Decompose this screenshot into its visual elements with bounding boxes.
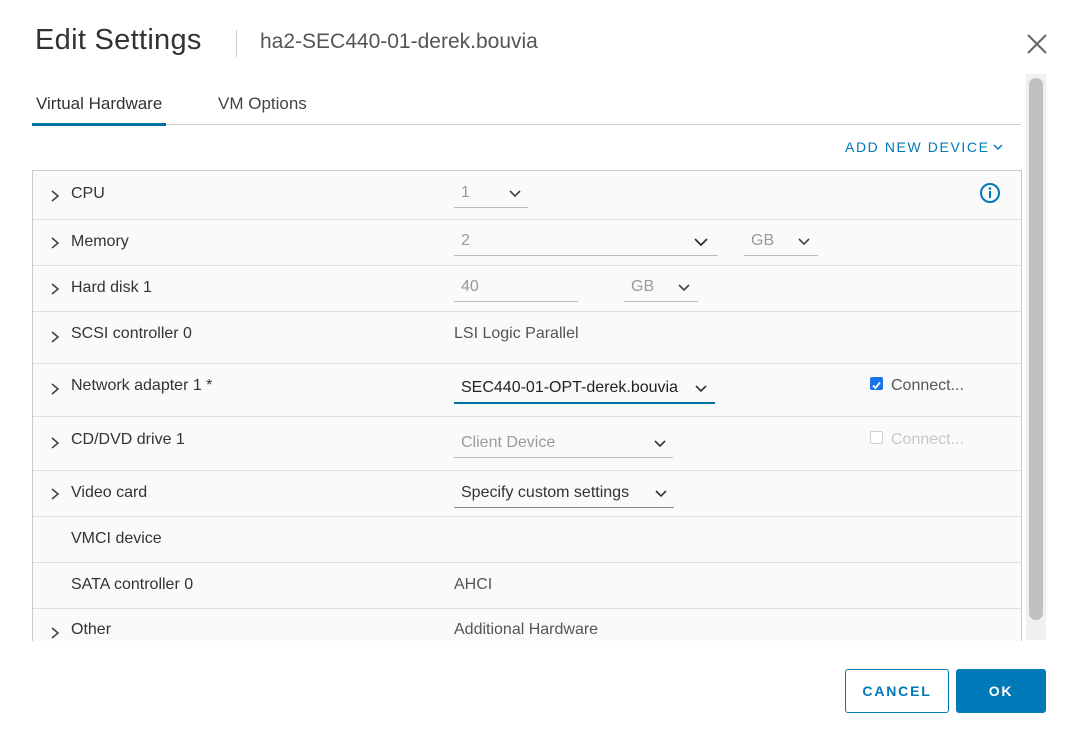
video-card-select[interactable]: Specify custom settings [454,481,674,508]
memory-select[interactable]: 2 [454,229,718,256]
other-value: Additional Hardware [454,621,599,638]
ok-button[interactable]: OK [956,669,1046,713]
hardware-row-sata: SATA controller 0 AHCI [33,562,1021,609]
chevron-down-icon [655,490,667,498]
cancel-button[interactable]: CANCEL [845,669,949,713]
hardware-row-memory: Memory 2 GB [33,219,1021,266]
other-label: Other [71,621,112,638]
chevron-down-icon [993,144,1003,151]
cd-dvd-select[interactable]: Client Device [454,431,673,458]
hard-disk-label: Hard disk 1 [71,279,152,296]
chevron-right-icon[interactable] [50,437,60,449]
hard-disk-unit-select[interactable]: GB [624,275,698,302]
hardware-row-cpu: CPU 1 [33,171,1021,220]
hard-disk-size: 40 [461,278,479,295]
video-card-label: Video card [71,484,148,501]
chevron-right-icon[interactable] [50,488,60,500]
tab-virtual-hardware[interactable]: Virtual Hardware [32,94,167,126]
chevron-down-icon [678,284,690,292]
memory-value: 2 [461,232,470,249]
cpu-value: 1 [461,184,470,201]
cd-dvd-value: Client Device [461,434,556,451]
chevron-down-icon [798,238,810,246]
title-divider [236,30,237,57]
memory-label: Memory [71,233,129,250]
scrollbar-thumb[interactable] [1029,78,1043,620]
hard-disk-size-input[interactable]: 40 [454,275,578,302]
chevron-down-icon [509,190,521,198]
chevron-right-icon[interactable] [50,237,60,249]
chevron-down-icon [694,238,708,247]
network-adapter-label: Network adapter 1 * [71,377,213,394]
hardware-row-cd-dvd: CD/DVD drive 1 Client Device Connect... [33,416,1021,471]
vmci-label: VMCI device [71,530,162,547]
cd-dvd-connect-checkbox[interactable] [870,431,883,444]
network-select[interactable]: SEC440-01-OPT-derek.bouvia [454,376,715,404]
network-connect-label: Connect... [891,377,964,394]
chevron-right-icon[interactable] [50,283,60,295]
chevron-down-icon [695,385,707,393]
hardware-row-scsi: SCSI controller 0 LSI Logic Parallel [33,311,1021,364]
sata-value: AHCI [454,576,493,593]
hard-disk-unit: GB [631,278,655,295]
vm-name: ha2-SEC440-01-derek.bouvia [260,30,538,53]
tab-vm-options[interactable]: VM Options [218,94,307,123]
memory-unit-select[interactable]: GB [744,229,818,256]
scsi-label: SCSI controller 0 [71,325,192,342]
info-icon[interactable] [979,182,1001,204]
sata-label: SATA controller 0 [71,576,194,593]
chevron-right-icon[interactable] [50,627,60,639]
hardware-row-vmci: VMCI device [33,516,1021,563]
hardware-list: CPU 1 Memory 2 GB Hard disk 1 40 GB SCSI… [32,170,1022,641]
chevron-right-icon[interactable] [50,383,60,395]
cpu-select[interactable]: 1 [454,181,528,208]
dialog-title: Edit Settings [35,24,202,56]
scsi-value: LSI Logic Parallel [454,325,579,342]
tab-bar: Virtual Hardware VM Options [32,90,1021,126]
hardware-row-video-card: Video card Specify custom settings [33,470,1021,517]
close-icon[interactable] [1024,31,1050,57]
check-icon [872,381,881,390]
network-connect-checkbox[interactable] [870,377,883,390]
cpu-label: CPU [71,185,105,202]
add-new-device-label: ADD NEW DEVICE [845,139,990,155]
hardware-row-other: Other Additional Hardware [33,608,1021,641]
chevron-right-icon[interactable] [50,190,60,202]
hardware-row-hard-disk: Hard disk 1 40 GB [33,265,1021,312]
chevron-down-icon [654,440,666,448]
network-value: SEC440-01-OPT-derek.bouvia [461,379,678,396]
video-card-value: Specify custom settings [461,484,630,501]
add-new-device-button[interactable]: ADD NEW DEVICE [845,139,1003,155]
cd-dvd-connect-label: Connect... [891,431,964,448]
cd-dvd-label: CD/DVD drive 1 [71,431,185,448]
memory-unit: GB [751,232,775,249]
chevron-right-icon[interactable] [50,331,60,343]
hardware-row-network-adapter: Network adapter 1 * SEC440-01-OPT-derek.… [33,363,1021,417]
